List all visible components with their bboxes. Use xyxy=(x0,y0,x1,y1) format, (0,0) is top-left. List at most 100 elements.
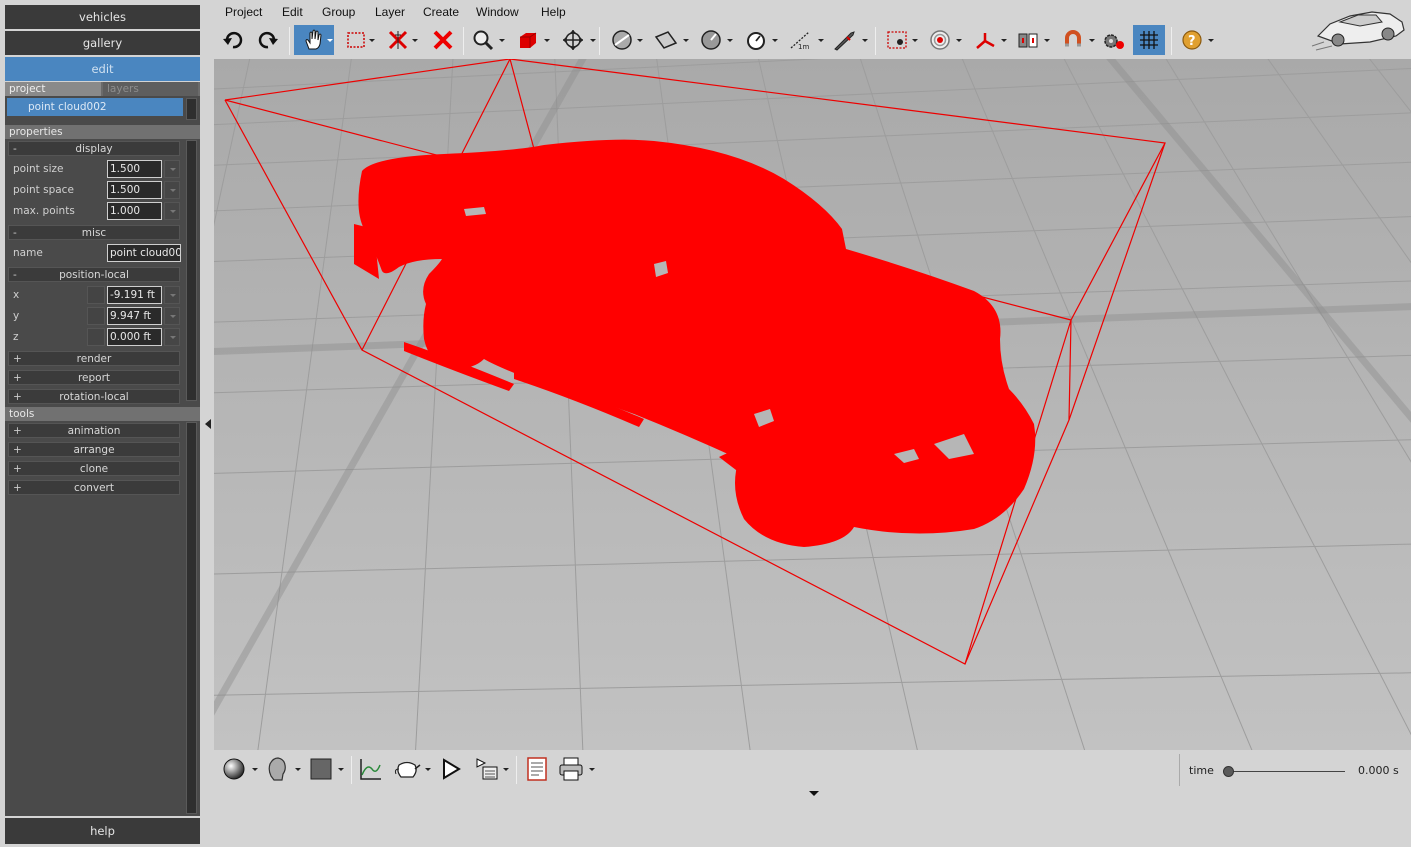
properties-scrollbar[interactable] xyxy=(186,140,197,401)
dial-icon[interactable] xyxy=(696,25,733,55)
dropdown-arrow-icon[interactable] xyxy=(912,39,918,42)
dropdown-arrow-icon[interactable] xyxy=(1001,39,1007,42)
teapot-icon[interactable] xyxy=(392,754,431,784)
point-size-spinner[interactable] xyxy=(164,160,180,178)
redo-icon[interactable] xyxy=(253,25,283,55)
tab-project[interactable]: project xyxy=(5,82,101,96)
curve-editor-icon[interactable] xyxy=(356,754,386,784)
menu-project[interactable]: Project xyxy=(225,2,262,22)
menu-create[interactable]: Create xyxy=(423,2,459,22)
menu-window[interactable]: Window xyxy=(476,2,519,22)
head-model-icon[interactable] xyxy=(262,754,301,784)
target-icon[interactable] xyxy=(925,25,962,55)
x-spinner[interactable] xyxy=(164,286,180,304)
tools-scrollbar[interactable] xyxy=(186,422,197,814)
plane-icon[interactable] xyxy=(651,25,689,55)
print-icon[interactable] xyxy=(556,754,595,784)
max-points-field[interactable]: 1.000 xyxy=(107,202,162,220)
background-color-icon[interactable] xyxy=(306,754,344,784)
project-list-scrollbar[interactable] xyxy=(186,98,197,120)
clone-group-header[interactable]: + clone xyxy=(8,461,180,476)
dropdown-arrow-icon[interactable] xyxy=(818,39,824,42)
delete-vertex-icon[interactable] xyxy=(383,25,418,55)
convert-group-header[interactable]: + convert xyxy=(8,480,180,495)
dropdown-arrow-icon[interactable] xyxy=(590,39,596,42)
render-queue-icon[interactable] xyxy=(472,754,509,784)
z-spinner[interactable] xyxy=(164,328,180,346)
3d-viewport[interactable] xyxy=(214,59,1411,750)
dropdown-arrow-icon[interactable] xyxy=(412,39,418,42)
rotation-local-group-header[interactable]: + rotation-local xyxy=(8,389,180,404)
dropdown-arrow-icon[interactable] xyxy=(956,39,962,42)
box-primitive-icon[interactable] xyxy=(513,25,550,55)
help-button[interactable]: help xyxy=(5,818,200,844)
point-space-spinner[interactable] xyxy=(164,181,180,199)
delete-icon[interactable] xyxy=(428,25,458,55)
dropdown-arrow-icon[interactable] xyxy=(544,39,550,42)
dropdown-arrow-icon[interactable] xyxy=(589,768,595,771)
dropdown-arrow-icon[interactable] xyxy=(252,768,258,771)
cut-knife-icon[interactable] xyxy=(830,25,868,55)
dropdown-arrow-icon[interactable] xyxy=(499,39,505,42)
dropdown-arrow-icon[interactable] xyxy=(637,39,643,42)
pan-hand-icon[interactable] xyxy=(294,25,334,55)
dropdown-arrow-icon[interactable] xyxy=(295,768,301,771)
undo-icon[interactable] xyxy=(218,25,248,55)
menu-edit[interactable]: Edit xyxy=(282,2,303,22)
menu-group[interactable]: Group xyxy=(322,2,355,22)
dropdown-arrow-icon[interactable] xyxy=(727,39,733,42)
dropdown-arrow-icon[interactable] xyxy=(327,39,333,42)
scene-canvas[interactable] xyxy=(214,59,1411,750)
dropdown-arrow-icon[interactable] xyxy=(1044,39,1050,42)
dropdown-arrow-icon[interactable] xyxy=(425,768,431,771)
time-slider-track[interactable] xyxy=(1228,771,1345,772)
position-local-group-header[interactable]: - position-local xyxy=(8,267,180,282)
dropdown-arrow-icon[interactable] xyxy=(1089,39,1095,42)
menu-help[interactable]: Help xyxy=(541,2,566,22)
edit-button[interactable]: edit xyxy=(5,57,200,81)
play-icon[interactable] xyxy=(436,754,466,784)
sphere-material-icon[interactable] xyxy=(607,25,643,55)
y-field[interactable]: 9.947 ft xyxy=(107,307,162,325)
misc-group-header[interactable]: - misc xyxy=(8,225,180,240)
report-icon[interactable] xyxy=(522,754,552,784)
display-group-header[interactable]: - display xyxy=(8,141,180,156)
tab-layers[interactable]: layers xyxy=(103,82,198,96)
point-size-field[interactable]: 1.500 xyxy=(107,160,162,178)
select-rectangle-icon[interactable] xyxy=(341,25,375,55)
x-field[interactable]: -9.191 ft xyxy=(107,286,162,304)
time-slider-handle[interactable] xyxy=(1223,766,1234,777)
z-field[interactable]: 0.000 ft xyxy=(107,328,162,346)
name-field[interactable]: point cloud002 xyxy=(107,244,181,262)
move-icon[interactable] xyxy=(558,25,596,55)
y-keyframe-box[interactable] xyxy=(87,307,105,325)
dropdown-arrow-icon[interactable] xyxy=(369,39,375,42)
render-group-header[interactable]: + render xyxy=(8,351,180,366)
shading-sphere-icon[interactable] xyxy=(219,754,258,784)
report-group-header[interactable]: + report xyxy=(8,370,180,385)
collapse-sidebar-arrow-icon[interactable] xyxy=(205,419,211,429)
x-keyframe-box[interactable] xyxy=(87,286,105,304)
axis-icon[interactable] xyxy=(970,25,1007,55)
stopwatch-icon[interactable] xyxy=(741,25,778,55)
dropdown-arrow-icon[interactable] xyxy=(1208,39,1214,42)
arrange-group-header[interactable]: + arrange xyxy=(8,442,180,457)
project-item-point-cloud[interactable]: point cloud002 xyxy=(7,98,183,116)
vehicles-button[interactable]: vehicles xyxy=(5,5,200,29)
animation-group-header[interactable]: + animation xyxy=(8,423,180,438)
dropdown-arrow-icon[interactable] xyxy=(338,768,344,771)
measure-icon[interactable]: 1m xyxy=(786,25,824,55)
gallery-button[interactable]: gallery xyxy=(5,31,200,55)
settings-gear-icon[interactable] xyxy=(1099,25,1129,55)
max-points-spinner[interactable] xyxy=(164,202,180,220)
point-space-field[interactable]: 1.500 xyxy=(107,181,162,199)
dropdown-arrow-icon[interactable] xyxy=(503,768,509,771)
y-spinner[interactable] xyxy=(164,307,180,325)
z-keyframe-box[interactable] xyxy=(87,328,105,346)
zoom-icon[interactable] xyxy=(468,25,505,55)
dropdown-arrow-icon[interactable] xyxy=(683,39,689,42)
magnet-icon[interactable] xyxy=(1058,25,1095,55)
grid-icon[interactable] xyxy=(1133,25,1165,55)
dropdown-arrow-icon[interactable] xyxy=(772,39,778,42)
mirror-icon[interactable] xyxy=(1013,25,1050,55)
